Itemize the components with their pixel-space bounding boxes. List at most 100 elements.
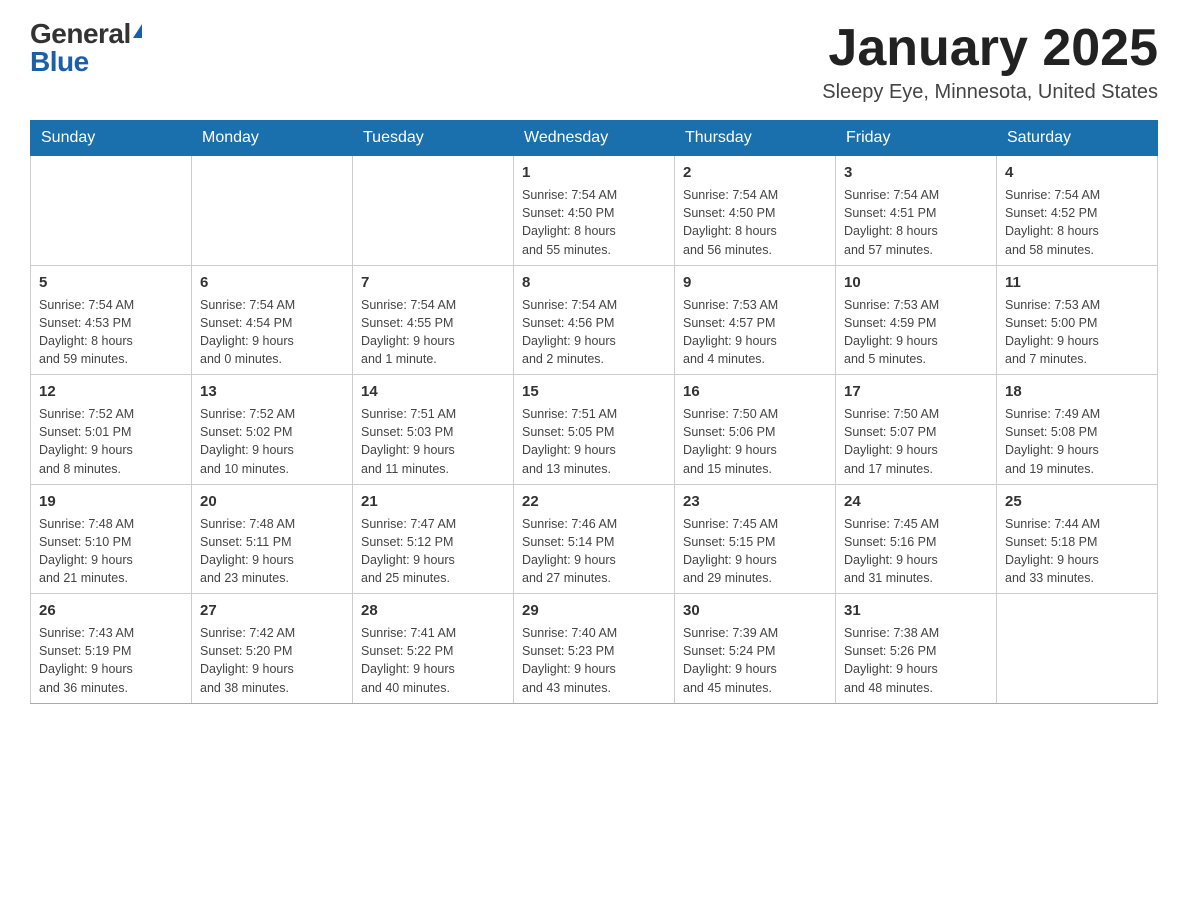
calendar-week-row: 26Sunrise: 7:43 AM Sunset: 5:19 PM Dayli… <box>31 594 1158 704</box>
day-info: Sunrise: 7:54 AM Sunset: 4:54 PM Dayligh… <box>200 296 344 369</box>
calendar-cell: 31 Sunrise: 7:38 AM Sunset: 5:26 PM Dayli… <box>836 594 997 704</box>
day-info: Sunrise: 7:52 AM Sunset: 5:01 PM Dayligh… <box>39 405 183 478</box>
day-number: 3 <box>844 162 988 183</box>
day-number: 17 <box>844 381 988 402</box>
calendar-cell: 3Sunrise: 7:54 AM Sunset: 4:51 PM Daylig… <box>836 156 997 266</box>
calendar-cell: 12 Sunrise: 7:52 AM Sunset: 5:01 PM Dayli… <box>31 375 192 485</box>
day-number: 30 <box>683 600 827 621</box>
calendar-cell: 26Sunrise: 7:43 AM Sunset: 5:19 PM Dayli… <box>31 594 192 704</box>
day-info: Sunrise: 7:49 AM Sunset: 5:08 PM Dayligh… <box>1005 405 1149 478</box>
calendar-day-header: Friday <box>836 121 997 156</box>
logo-blue-text: Blue <box>30 48 89 76</box>
calendar-cell <box>31 156 192 266</box>
day-number: 12 <box>39 381 183 402</box>
calendar-cell: 29 Sunrise: 7:40 AM Sunset: 5:23 PM Dayli… <box>514 594 675 704</box>
day-number: 28 <box>361 600 505 621</box>
calendar-day-header: Sunday <box>31 121 192 156</box>
calendar-cell <box>353 156 514 266</box>
day-number: 13 <box>200 381 344 402</box>
calendar-cell: 20 Sunrise: 7:48 AM Sunset: 5:11 PM Dayli… <box>192 484 353 594</box>
calendar-cell <box>192 156 353 266</box>
day-number: 4 <box>1005 162 1149 183</box>
calendar-cell: 21 Sunrise: 7:47 AM Sunset: 5:12 PM Dayli… <box>353 484 514 594</box>
day-number: 25 <box>1005 491 1149 512</box>
location-title: Sleepy Eye, Minnesota, United States <box>822 81 1158 104</box>
day-number: 8 <box>522 272 666 293</box>
day-number: 19 <box>39 491 183 512</box>
day-number: 26 <box>39 600 183 621</box>
calendar-cell: 24 Sunrise: 7:45 AM Sunset: 5:16 PM Dayli… <box>836 484 997 594</box>
day-number: 20 <box>200 491 344 512</box>
day-info: Sunrise: 7:53 AM Sunset: 4:57 PM Dayligh… <box>683 296 827 369</box>
calendar-week-row: 5 Sunrise: 7:54 AM Sunset: 4:53 PM Daylig… <box>31 265 1158 375</box>
day-number: 6 <box>200 272 344 293</box>
calendar-week-row: 19 Sunrise: 7:48 AM Sunset: 5:10 PM Dayli… <box>31 484 1158 594</box>
calendar-cell: 14 Sunrise: 7:51 AM Sunset: 5:03 PM Dayli… <box>353 375 514 485</box>
day-info: Sunrise: 7:45 AM Sunset: 5:16 PM Dayligh… <box>844 515 988 588</box>
day-number: 24 <box>844 491 988 512</box>
logo-triangle-icon <box>133 24 142 38</box>
day-info: Sunrise: 7:47 AM Sunset: 5:12 PM Dayligh… <box>361 515 505 588</box>
calendar-table: SundayMondayTuesdayWednesdayThursdayFrid… <box>30 120 1158 704</box>
calendar-week-row: 12 Sunrise: 7:52 AM Sunset: 5:01 PM Dayli… <box>31 375 1158 485</box>
day-number: 29 <box>522 600 666 621</box>
calendar-cell: 6 Sunrise: 7:54 AM Sunset: 4:54 PM Daylig… <box>192 265 353 375</box>
day-number: 27 <box>200 600 344 621</box>
calendar-header-row: SundayMondayTuesdayWednesdayThursdayFrid… <box>31 121 1158 156</box>
day-number: 10 <box>844 272 988 293</box>
day-number: 9 <box>683 272 827 293</box>
calendar-cell: 23 Sunrise: 7:45 AM Sunset: 5:15 PM Dayli… <box>675 484 836 594</box>
calendar-cell: 5 Sunrise: 7:54 AM Sunset: 4:53 PM Daylig… <box>31 265 192 375</box>
day-info: Sunrise: 7:54 AM Sunset: 4:53 PM Dayligh… <box>39 296 183 369</box>
calendar-cell: 18Sunrise: 7:49 AM Sunset: 5:08 PM Dayli… <box>997 375 1158 485</box>
day-info: Sunrise: 7:40 AM Sunset: 5:23 PM Dayligh… <box>522 624 666 697</box>
day-number: 21 <box>361 491 505 512</box>
calendar-week-row: 1Sunrise: 7:54 AM Sunset: 4:50 PM Daylig… <box>31 156 1158 266</box>
day-info: Sunrise: 7:38 AM Sunset: 5:26 PM Dayligh… <box>844 624 988 697</box>
day-info: Sunrise: 7:52 AM Sunset: 5:02 PM Dayligh… <box>200 405 344 478</box>
day-info: Sunrise: 7:54 AM Sunset: 4:50 PM Dayligh… <box>683 186 827 259</box>
day-info: Sunrise: 7:50 AM Sunset: 5:07 PM Dayligh… <box>844 405 988 478</box>
day-info: Sunrise: 7:44 AM Sunset: 5:18 PM Dayligh… <box>1005 515 1149 588</box>
calendar-cell: 4 Sunrise: 7:54 AM Sunset: 4:52 PM Daylig… <box>997 156 1158 266</box>
day-info: Sunrise: 7:48 AM Sunset: 5:10 PM Dayligh… <box>39 515 183 588</box>
day-info: Sunrise: 7:54 AM Sunset: 4:50 PM Dayligh… <box>522 186 666 259</box>
day-info: Sunrise: 7:41 AM Sunset: 5:22 PM Dayligh… <box>361 624 505 697</box>
calendar-cell: 2 Sunrise: 7:54 AM Sunset: 4:50 PM Daylig… <box>675 156 836 266</box>
day-info: Sunrise: 7:48 AM Sunset: 5:11 PM Dayligh… <box>200 515 344 588</box>
day-info: Sunrise: 7:54 AM Sunset: 4:52 PM Dayligh… <box>1005 186 1149 259</box>
day-info: Sunrise: 7:53 AM Sunset: 5:00 PM Dayligh… <box>1005 296 1149 369</box>
calendar-cell: 27 Sunrise: 7:42 AM Sunset: 5:20 PM Dayli… <box>192 594 353 704</box>
calendar-cell: 9 Sunrise: 7:53 AM Sunset: 4:57 PM Daylig… <box>675 265 836 375</box>
day-info: Sunrise: 7:42 AM Sunset: 5:20 PM Dayligh… <box>200 624 344 697</box>
day-number: 5 <box>39 272 183 293</box>
day-number: 14 <box>361 381 505 402</box>
calendar-day-header: Monday <box>192 121 353 156</box>
day-number: 2 <box>683 162 827 183</box>
day-info: Sunrise: 7:50 AM Sunset: 5:06 PM Dayligh… <box>683 405 827 478</box>
day-info: Sunrise: 7:51 AM Sunset: 5:03 PM Dayligh… <box>361 405 505 478</box>
page-header: General Blue January 2025 Sleepy Eye, Mi… <box>30 20 1158 104</box>
calendar-day-header: Thursday <box>675 121 836 156</box>
logo: General Blue <box>30 20 142 76</box>
day-info: Sunrise: 7:39 AM Sunset: 5:24 PM Dayligh… <box>683 624 827 697</box>
day-info: Sunrise: 7:45 AM Sunset: 5:15 PM Dayligh… <box>683 515 827 588</box>
day-number: 7 <box>361 272 505 293</box>
day-number: 11 <box>1005 272 1149 293</box>
day-info: Sunrise: 7:54 AM Sunset: 4:55 PM Dayligh… <box>361 296 505 369</box>
day-info: Sunrise: 7:46 AM Sunset: 5:14 PM Dayligh… <box>522 515 666 588</box>
calendar-cell: 17 Sunrise: 7:50 AM Sunset: 5:07 PM Dayli… <box>836 375 997 485</box>
calendar-cell <box>997 594 1158 704</box>
calendar-cell: 28 Sunrise: 7:41 AM Sunset: 5:22 PM Dayli… <box>353 594 514 704</box>
day-info: Sunrise: 7:51 AM Sunset: 5:05 PM Dayligh… <box>522 405 666 478</box>
calendar-cell: 10Sunrise: 7:53 AM Sunset: 4:59 PM Dayli… <box>836 265 997 375</box>
calendar-cell: 25 Sunrise: 7:44 AM Sunset: 5:18 PM Dayli… <box>997 484 1158 594</box>
calendar-cell: 11 Sunrise: 7:53 AM Sunset: 5:00 PM Dayli… <box>997 265 1158 375</box>
day-number: 23 <box>683 491 827 512</box>
day-number: 22 <box>522 491 666 512</box>
calendar-cell: 22 Sunrise: 7:46 AM Sunset: 5:14 PM Dayli… <box>514 484 675 594</box>
calendar-cell: 8Sunrise: 7:54 AM Sunset: 4:56 PM Daylig… <box>514 265 675 375</box>
calendar-cell: 1Sunrise: 7:54 AM Sunset: 4:50 PM Daylig… <box>514 156 675 266</box>
calendar-day-header: Saturday <box>997 121 1158 156</box>
day-number: 31 <box>844 600 988 621</box>
